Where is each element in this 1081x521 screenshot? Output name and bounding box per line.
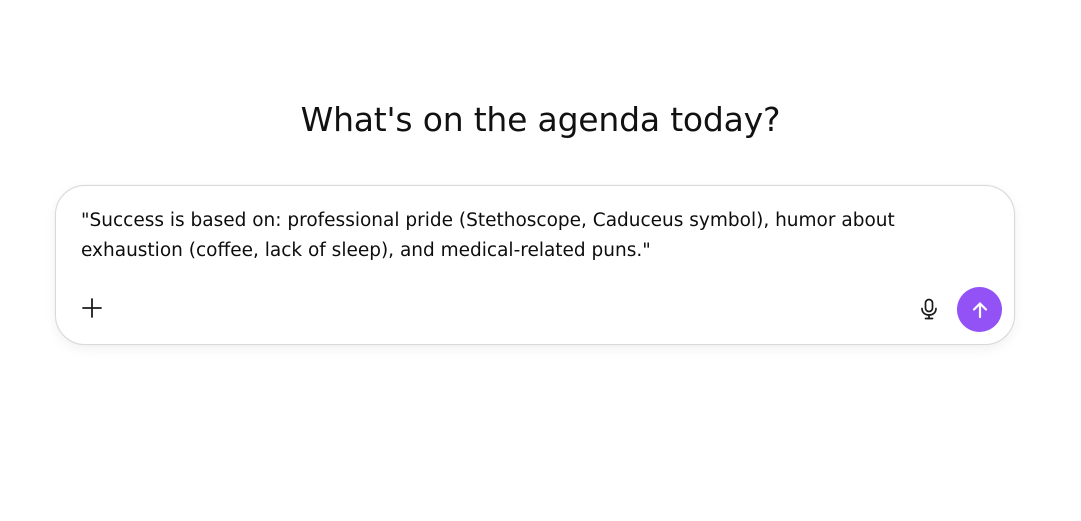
microphone-icon: [920, 298, 938, 320]
add-attachment-button[interactable]: [76, 292, 108, 324]
prompt-input[interactable]: "Success is based on: professional pride…: [81, 206, 981, 266]
plus-icon: [81, 297, 103, 319]
arrow-up-icon: [970, 300, 990, 320]
page-heading: What's on the agenda today?: [300, 100, 781, 139]
voice-input-button[interactable]: [914, 294, 944, 324]
send-button[interactable]: [957, 287, 1002, 332]
prompt-composer[interactable]: "Success is based on: professional pride…: [55, 185, 1015, 345]
